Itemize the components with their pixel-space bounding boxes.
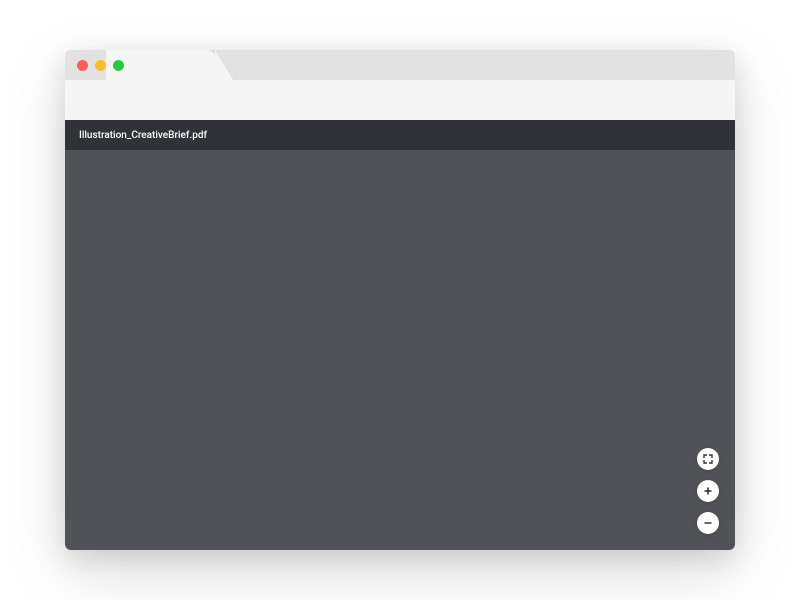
zoom-in-button[interactable] (697, 480, 719, 502)
plus-icon (702, 485, 714, 497)
fit-page-button[interactable] (697, 448, 719, 470)
browser-tab[interactable] (120, 50, 215, 80)
fit-page-icon (702, 453, 714, 465)
minus-icon (702, 517, 714, 529)
window-titlebar (65, 50, 735, 80)
browser-addressbar (65, 80, 735, 120)
pdf-toolbar: Illustration_CreativeBrief.pdf (65, 120, 735, 150)
zoom-out-button[interactable] (697, 512, 719, 534)
zoom-controls (697, 448, 719, 534)
window-minimize-button[interactable] (95, 60, 106, 71)
window-maximize-button[interactable] (113, 60, 124, 71)
browser-window: Illustration_CreativeBrief.pdf (65, 50, 735, 550)
window-controls (65, 60, 124, 71)
window-close-button[interactable] (77, 60, 88, 71)
document-title: Illustration_CreativeBrief.pdf (79, 130, 207, 141)
pdf-viewport (65, 150, 735, 550)
